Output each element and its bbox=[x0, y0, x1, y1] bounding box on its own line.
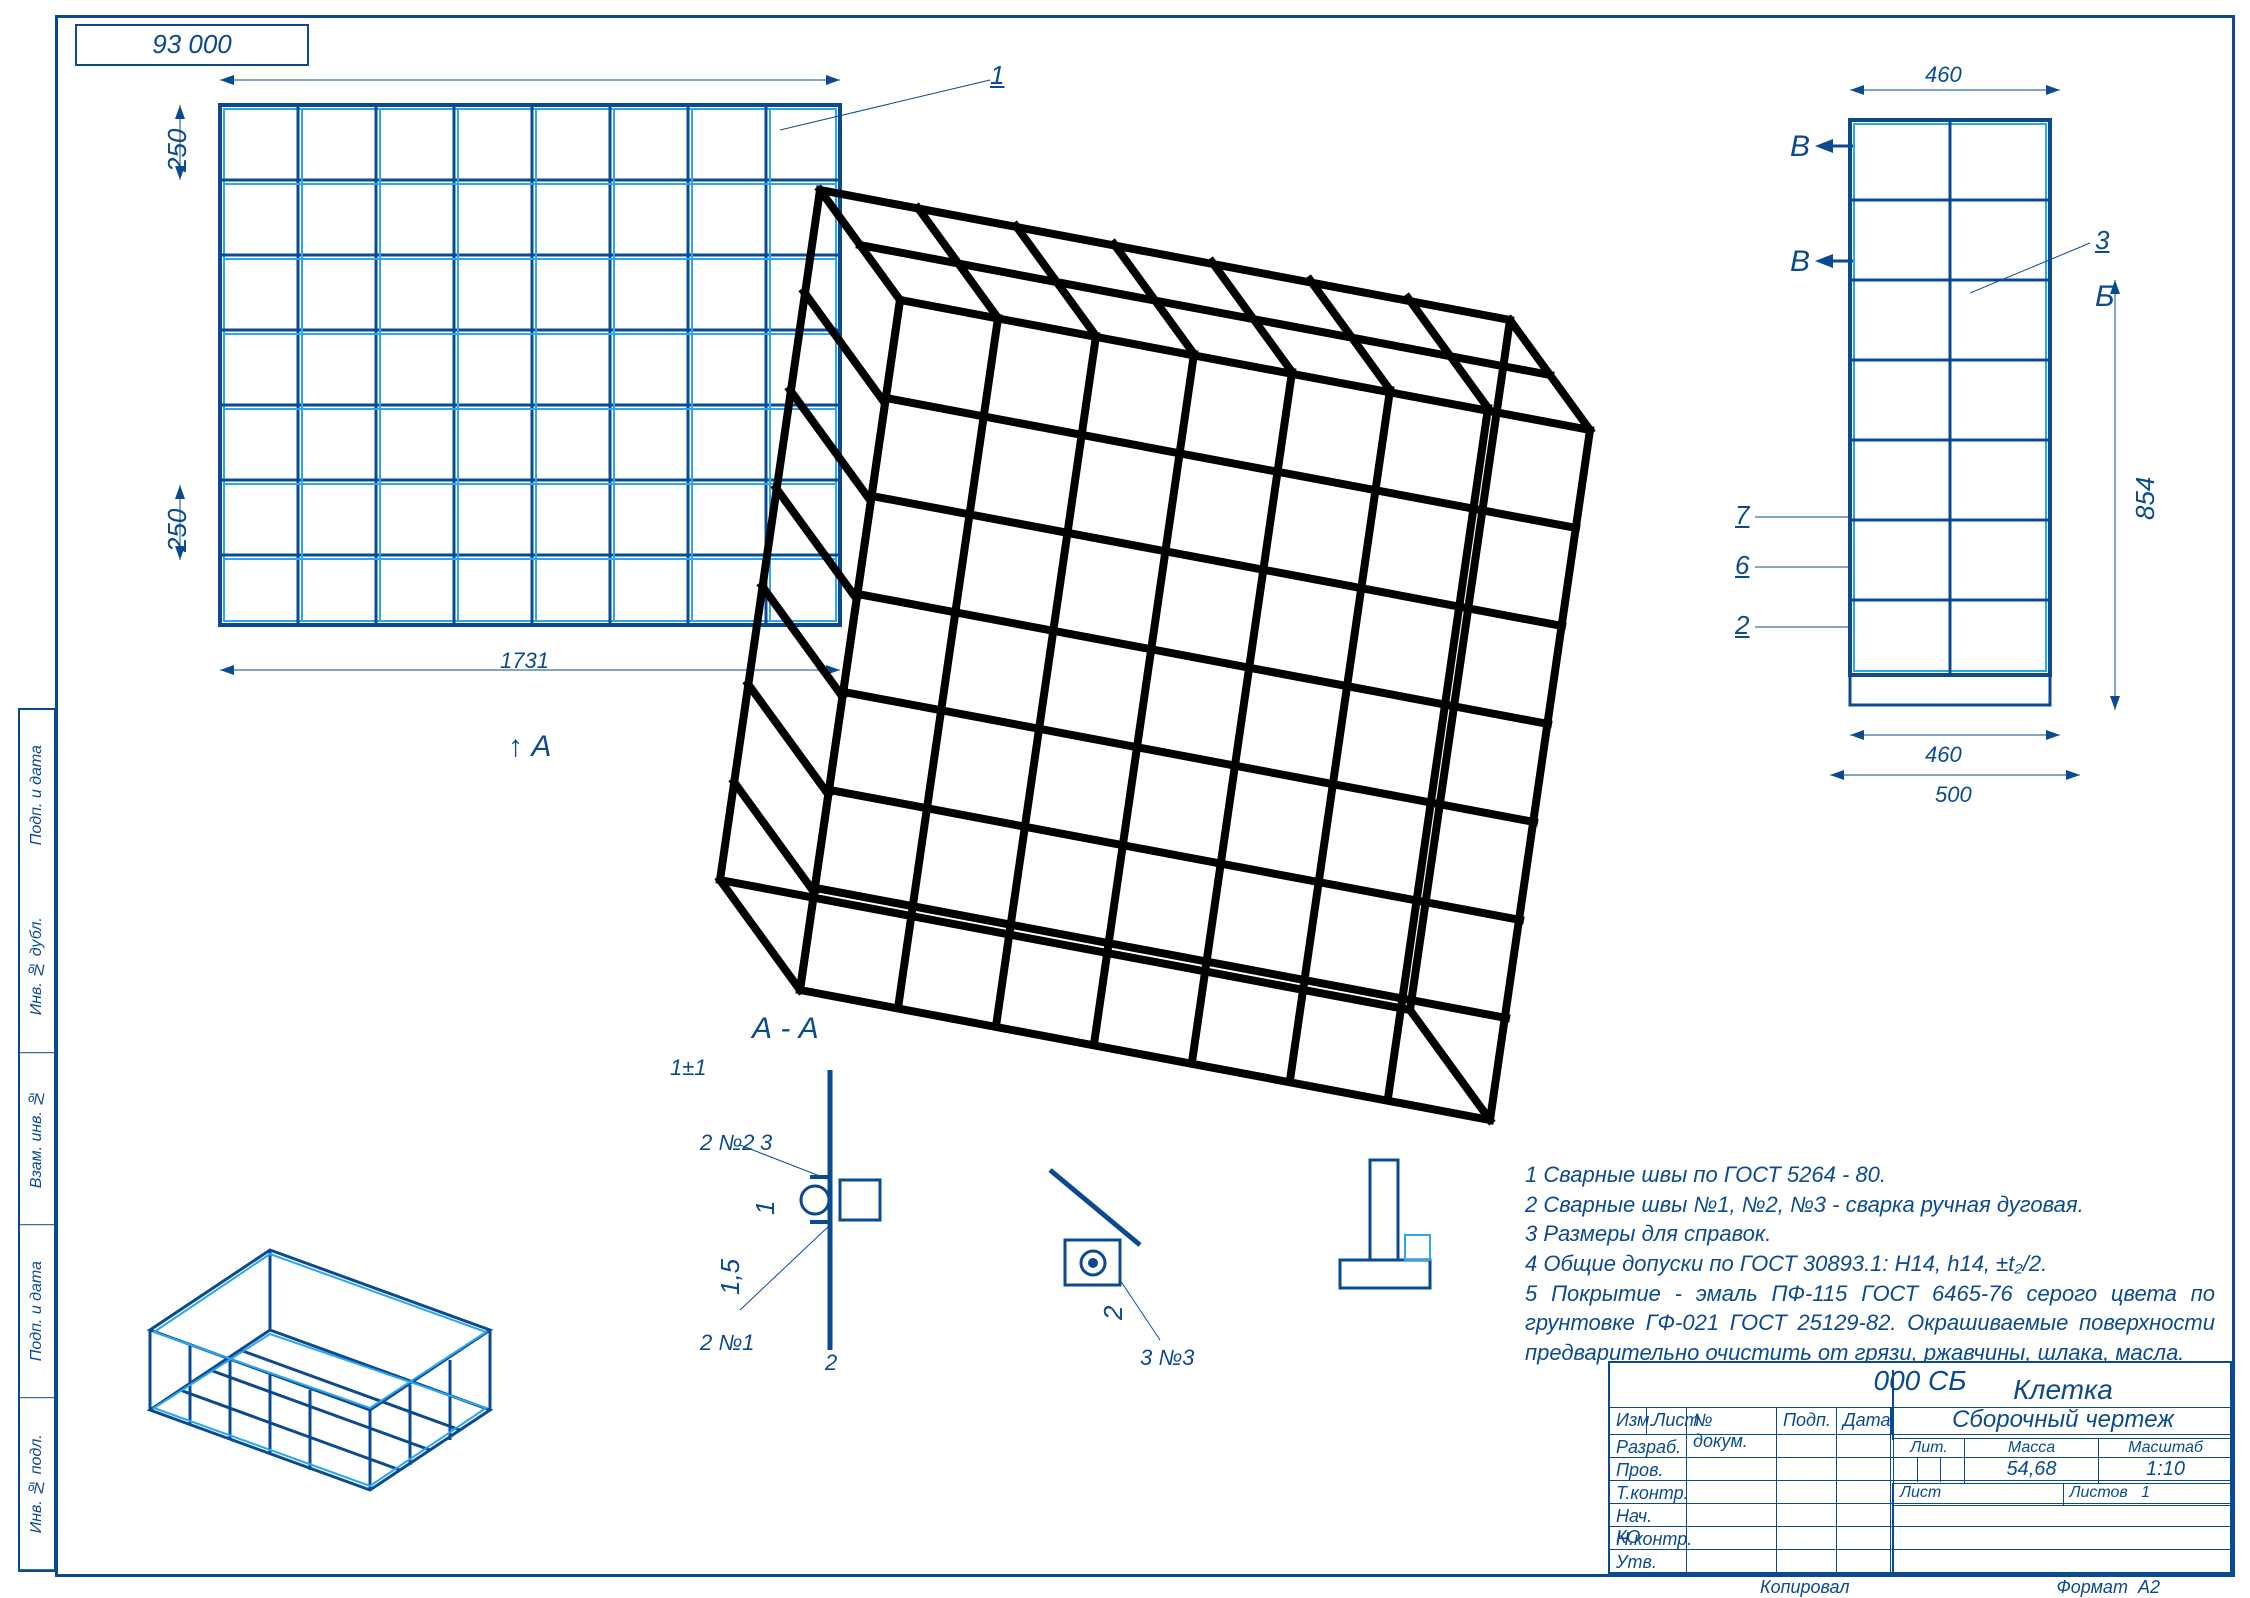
row-nachko: Нач. КО bbox=[1610, 1504, 1686, 1526]
leader-2b bbox=[1755, 622, 1855, 632]
balloon-6: 6 bbox=[1735, 550, 1749, 581]
dim-side-overall: 500 bbox=[1935, 782, 1972, 808]
hdr-listov: Листов bbox=[2070, 1484, 2128, 1501]
sidecol-4: Подп. и дата bbox=[20, 1226, 54, 1398]
detail-B bbox=[990, 1150, 1190, 1370]
weld-w1: 2 №1 bbox=[700, 1330, 754, 1356]
hdr-data: Дата bbox=[1836, 1408, 1890, 1434]
hdr-izm: Изм. bbox=[1610, 1408, 1646, 1434]
leader-7 bbox=[1755, 512, 1855, 522]
note-5: 5 Покрытие - эмаль ПФ-115 ГОСТ 6465-76 с… bbox=[1525, 1279, 2215, 1368]
dim-detB-off: 2 bbox=[1098, 1306, 1129, 1320]
dim-detA-edge: 2 bbox=[825, 1350, 837, 1376]
balloon-2: 2 bbox=[1735, 610, 1749, 641]
section-B-mid: В bbox=[1790, 245, 1810, 279]
hdr-podp: Подп. bbox=[1776, 1408, 1836, 1434]
drawing-sheet: 93 000 Подп. и дата Инв. № дубл. Взам. и… bbox=[0, 0, 2250, 1592]
arrow-A-label: ↑ А bbox=[508, 730, 551, 764]
note-3: 3 Размеры для справок. bbox=[1525, 1219, 2215, 1249]
sidecol-2: Инв. № дубл. bbox=[20, 881, 54, 1053]
row-prov: Пров. bbox=[1610, 1458, 1686, 1480]
dim-side-top: 460 bbox=[1925, 62, 1962, 88]
dim-front-width: 1731 bbox=[500, 648, 549, 674]
row-nkontr: Н.контр. bbox=[1610, 1527, 1686, 1549]
val-massa: 54,68 bbox=[1965, 1458, 2098, 1481]
bottom-kopiroval: Копировал bbox=[1760, 1577, 1850, 1598]
dim-side-height: 854 bbox=[2130, 477, 2161, 520]
list-row: Лист Листов 1 bbox=[1892, 1483, 2232, 1506]
isometric-small bbox=[90, 1190, 520, 1510]
row-utv: Утв. bbox=[1610, 1550, 1686, 1572]
isometric-render bbox=[600, 120, 1650, 1180]
dim-front-v1: 250 bbox=[162, 129, 193, 172]
side-stamp-column: Подп. и дата Инв. № дубл. Взам. инв. № П… bbox=[18, 708, 56, 1572]
front-dim-left bbox=[140, 105, 200, 635]
arrow-B-top bbox=[1815, 136, 1855, 156]
dim-front-v2: 250 bbox=[162, 509, 193, 552]
hdr-lit: Лит. bbox=[1894, 1439, 1964, 1458]
sidecol-5: Инв. № подл. bbox=[20, 1398, 54, 1570]
row-tkontr: Т.контр. bbox=[1610, 1481, 1686, 1503]
arrow-B-mid bbox=[1815, 251, 1855, 271]
company-field bbox=[1892, 1505, 2232, 1574]
title-name-box: Клетка Сборочный чертеж bbox=[1892, 1370, 2232, 1440]
val-masshtab: 1:10 bbox=[2099, 1458, 2232, 1481]
weld-w4: 3 №3 bbox=[1140, 1345, 1194, 1371]
sidecol-1: Подп. и дата bbox=[20, 710, 54, 881]
hdr-massa: Масса bbox=[1965, 1439, 2098, 1458]
note-2: 2 Сварные швы №1, №2, №3 - сварка ручная… bbox=[1525, 1190, 2215, 1220]
title-line2: Сборочный чертеж bbox=[1894, 1406, 2232, 1434]
title-line1: Клетка bbox=[1894, 1374, 2232, 1406]
dim-detA-off: 1,5 bbox=[715, 1259, 746, 1295]
dim-detA-gap: 1 bbox=[750, 1201, 781, 1215]
hdr-list2: Лист bbox=[1894, 1484, 2064, 1506]
hdr-list: Лист bbox=[1646, 1408, 1686, 1434]
sidecol-3: Взам. инв. № bbox=[20, 1053, 54, 1225]
hdr-docnum: № докум. bbox=[1686, 1408, 1776, 1434]
balloon-7: 7 bbox=[1735, 500, 1749, 531]
leader-6 bbox=[1755, 562, 1855, 572]
bottom-format: Формат А2 bbox=[2056, 1577, 2160, 1598]
front-dim-top bbox=[220, 60, 840, 100]
note-4: 4 Общие допуски по ГОСТ 30893.1: H14, h1… bbox=[1525, 1249, 2215, 1279]
row-razrab: Разраб. bbox=[1610, 1435, 1686, 1457]
note-1: 1 Сварные швы по ГОСТ 5264 - 80. bbox=[1525, 1160, 2215, 1190]
val-listov: 1 bbox=[2141, 1484, 2150, 1501]
side-dim-h bbox=[2095, 280, 2135, 710]
technical-notes: 1 Сварные швы по ГОСТ 5264 - 80. 2 Сварн… bbox=[1525, 1160, 2215, 1368]
leader-3 bbox=[1970, 238, 2100, 298]
lit-mass-scale: Лит. Масса 54,68 Масштаб 1:10 bbox=[1893, 1438, 2232, 1484]
hdr-masshtab: Масштаб bbox=[2099, 1439, 2232, 1458]
section-B-top: В bbox=[1790, 130, 1810, 164]
side-view bbox=[1820, 110, 2080, 730]
